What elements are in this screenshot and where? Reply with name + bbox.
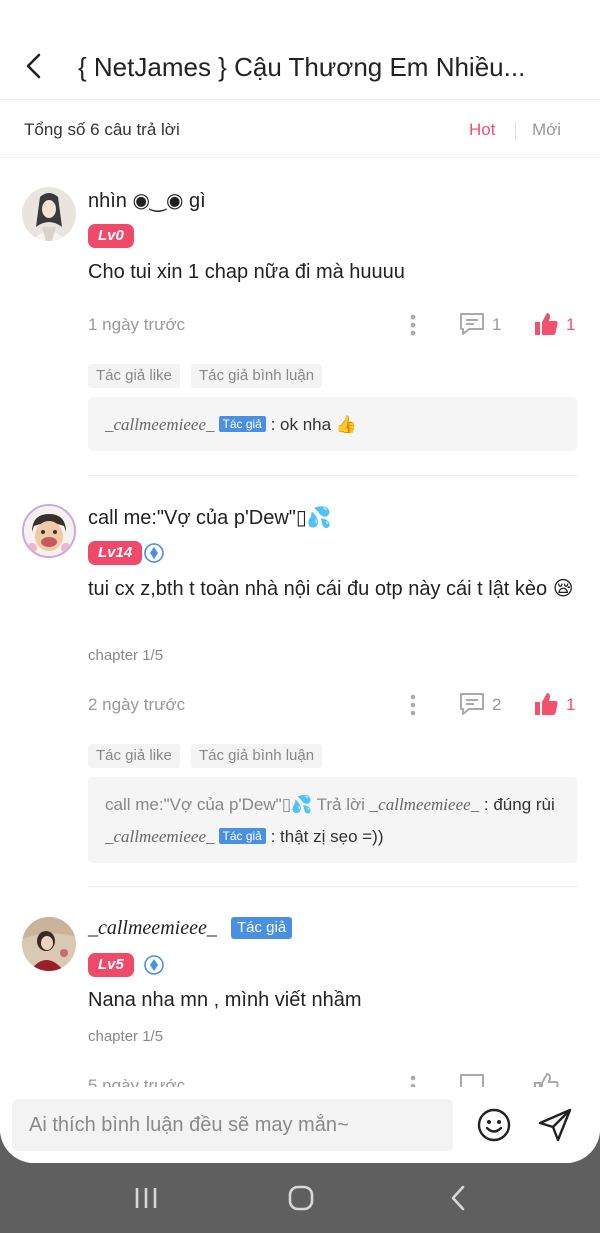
reply-preview[interactable]: call me:"Vợ của p'Dew"▯💦 Trả lời _callme…	[88, 777, 577, 863]
nav-back-icon	[451, 1185, 465, 1211]
vip-diamond-icon	[144, 543, 164, 563]
nav-recents-icon	[135, 1188, 157, 1208]
comment-emoji: 😪	[552, 578, 574, 600]
reply-author-name[interactable]: call me:"Vợ của p'Dew"▯💦	[105, 795, 312, 814]
vip-badge	[144, 955, 164, 975]
tag-author-like: Tác giả like	[88, 364, 180, 388]
reply-text: : ok nha 👍	[270, 415, 357, 434]
author-badge: Tác giả	[218, 828, 266, 844]
avatar[interactable]	[22, 187, 76, 241]
more-dots-icon	[410, 314, 416, 336]
chapter-label[interactable]: chapter 1/5	[88, 1028, 163, 1045]
divider	[88, 475, 578, 476]
nav-recents-button[interactable]	[126, 1183, 166, 1213]
tag-author-like: Tác giả like	[88, 744, 180, 768]
like-button[interactable]	[533, 691, 559, 717]
back-button[interactable]	[18, 46, 48, 86]
divider	[88, 886, 578, 887]
reply-author-name[interactable]: _callmeemieee_	[105, 827, 215, 846]
comment-time: 2 ngày trước	[88, 695, 186, 714]
nav-home-icon	[288, 1185, 314, 1211]
reply-line: call me:"Vợ của p'Dew"▯💦 Trả lời _callme…	[105, 795, 555, 815]
more-button[interactable]	[405, 313, 421, 337]
system-nav-bar	[0, 1163, 600, 1233]
back-arrow-icon	[26, 53, 41, 79]
reply-count: 2	[492, 695, 502, 714]
like-count: 1	[566, 695, 576, 714]
total-replies: Tổng số 6 câu trả lời	[24, 120, 180, 139]
comment-input-bar	[0, 1087, 600, 1163]
reply-count: 1	[492, 315, 502, 334]
reply-preview[interactable]: _callmeemieee_ Tác giả : ok nha 👍	[88, 397, 577, 451]
avatar[interactable]	[22, 504, 76, 558]
sort-divider	[515, 122, 516, 140]
level-badge: Lv5	[88, 953, 134, 977]
comment-text-body: tui cx z,bth t toàn nhà nội cái đu otp n…	[88, 578, 548, 600]
avatar[interactable]	[22, 917, 76, 971]
reply-bubble-icon	[460, 693, 484, 715]
sort-new-tab[interactable]: Mới	[532, 120, 561, 140]
author-badge: Tác giả	[218, 416, 266, 432]
reply-button[interactable]	[458, 691, 486, 717]
nav-back-button[interactable]	[438, 1183, 478, 1213]
reply-label: Trả lời	[316, 795, 365, 814]
sort-hot-tab[interactable]: Hot	[469, 120, 495, 140]
reply-line: _callmeemieee_ Tác giả : ok nha 👍	[105, 415, 357, 435]
comment-input[interactable]	[12, 1099, 453, 1151]
comment-text: Nana nha mn , mình viết nhầm	[88, 989, 362, 1011]
author-badge: Tác giả	[231, 917, 293, 939]
send-icon	[538, 1108, 572, 1142]
header: { NetJames } Cậu Thương Em Nhiều...	[0, 0, 600, 100]
tag-author-comment: Tác giả bình luận	[191, 364, 323, 388]
like-button[interactable]	[533, 311, 559, 337]
vip-badge	[144, 543, 164, 563]
sort-bar: Tổng số 6 câu trả lời Hot Mới	[0, 100, 600, 158]
emoji-button[interactable]	[476, 1107, 512, 1143]
comment-text: tui cx z,bth t toàn nhà nội cái đu otp n…	[88, 574, 578, 605]
vip-diamond-icon	[144, 955, 164, 975]
more-dots-icon	[410, 694, 416, 716]
emoji-icon	[477, 1108, 511, 1142]
page-title: { NetJames } Cậu Thương Em Nhiều...	[78, 52, 526, 82]
level-badge: Lv0	[88, 224, 134, 248]
reply-target-name[interactable]: _callmeemieee_	[370, 795, 480, 814]
reply-author-name[interactable]: _callmeemieee_	[105, 415, 215, 434]
screen: { NetJames } Cậu Thương Em Nhiều... Tổng…	[0, 0, 600, 1163]
reply-line: _callmeemieee_ Tác giả : thật zị sẹo =))	[105, 827, 384, 847]
more-button[interactable]	[405, 693, 421, 717]
reply-button[interactable]	[458, 311, 486, 337]
like-count: 1	[566, 315, 576, 334]
chapter-label[interactable]: chapter 1/5	[88, 647, 163, 664]
thumbs-up-icon	[535, 693, 558, 715]
reply-text: : thật zị sẹo =))	[270, 827, 384, 846]
thumbs-up-icon	[535, 313, 558, 335]
level-badge: Lv14	[88, 541, 143, 565]
reply-text: : đúng rùi	[483, 795, 555, 814]
username[interactable]: call me:"Vợ của p'Dew"▯💦	[88, 505, 332, 530]
username[interactable]: _callmeemieee_	[88, 917, 217, 940]
nav-home-button[interactable]	[281, 1183, 321, 1213]
username[interactable]: nhìn ◉‿◉ gì	[88, 188, 206, 213]
reply-bubble-icon	[460, 313, 484, 335]
comment-time: 1 ngày trước	[88, 315, 186, 334]
send-button[interactable]	[536, 1106, 574, 1144]
tag-author-comment: Tác giả bình luận	[191, 744, 323, 768]
comment-text: Cho tui xin 1 chap nữa đi mà huuuu	[88, 261, 405, 283]
